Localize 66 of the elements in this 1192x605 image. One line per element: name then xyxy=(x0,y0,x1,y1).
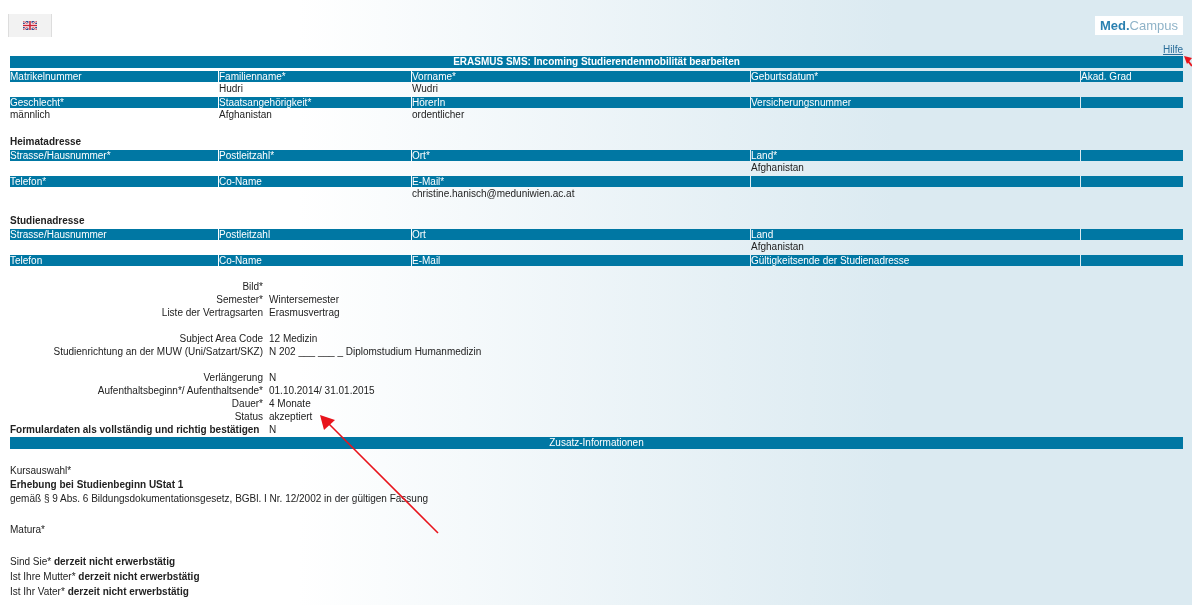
header-cell: Versicherungsnummer xyxy=(751,97,1080,108)
header-cell: Telefon* xyxy=(10,176,218,187)
table-cell-text: Wudri xyxy=(412,82,439,95)
table-cell-text: christine.hanisch@meduniwien.ac.at xyxy=(412,187,576,200)
table-cell-text: Afghanistan xyxy=(751,161,805,174)
header-cell: Co-Name xyxy=(219,176,411,187)
header-cell: Land xyxy=(751,229,1080,240)
header-cell: Gültigkeitsende der Studienadresse xyxy=(751,255,1080,266)
answer-line: Ist Ihr Vater* derzeit nicht erwerbstätig xyxy=(10,585,190,599)
field-value: 12 Medizin xyxy=(269,332,318,345)
field-value: akzeptiert xyxy=(269,410,313,423)
header-cell: Strasse/Hausnummer* xyxy=(10,150,218,161)
header-cell: Matrikelnummer xyxy=(10,71,218,82)
field-label: Aufenthaltsbeginn*/ Aufenthaltsende* xyxy=(96,384,263,397)
field-label: Liste der Vertragsarten xyxy=(160,306,263,319)
header-cell: Geschlecht* xyxy=(10,97,218,108)
annotation-arrow xyxy=(1184,56,1192,67)
header-cell: Ort* xyxy=(412,150,750,161)
field-label: Kursauswahl* xyxy=(10,464,73,478)
table-cell-text: Afghanistan xyxy=(219,108,273,121)
field-value: 01.10.2014/ 31.01.2015 xyxy=(269,384,375,397)
header-cell: Co-Name xyxy=(219,255,411,266)
header-cell: Geburtsdatum* xyxy=(751,71,1080,82)
field-label: Formulardaten als vollständig und richtig bestätigen xyxy=(10,423,261,436)
section-heading: Erhebung bei Studienbeginn UStat 1 xyxy=(10,478,185,492)
flag-icon xyxy=(23,21,37,30)
field-label: Status xyxy=(233,410,263,423)
field-label: Subject Area Code xyxy=(178,332,263,345)
field-value: Erasmusvertrag xyxy=(269,306,340,319)
header-cell: Vorname* xyxy=(412,71,750,82)
header-cell: Staatsangehörigkeit* xyxy=(219,97,411,108)
page-title-bar: ERASMUS SMS: Incoming Studierendenmobilität bearbeiten xyxy=(10,56,1183,68)
field-value: N 202 ___ ___ _ Diplomstudium Humanmedizin xyxy=(269,345,482,358)
field-label: Bild* xyxy=(241,280,263,293)
answer-line: Ist Ihre Mutter* derzeit nicht erwerbstätig xyxy=(10,570,201,584)
table-cell-text: Afghanistan xyxy=(751,240,805,253)
header-cell: Postleitzahl* xyxy=(219,150,411,161)
field-label: Semester* xyxy=(215,293,263,306)
logo: Med.Campus xyxy=(1094,16,1183,35)
header-cell: Postleitzahl xyxy=(219,229,411,240)
section-heading: Studienadresse xyxy=(10,214,86,227)
field-label: Matura* xyxy=(10,523,46,537)
section-heading: Heimatadresse xyxy=(10,135,83,148)
section-bar: Zusatz-Informationen xyxy=(10,437,1183,449)
table-cell-text: Hudri xyxy=(219,82,244,95)
field-label: Verlängerung xyxy=(202,371,263,384)
header-cell: Strasse/Hausnummer xyxy=(10,229,218,240)
field-value: Wintersemester xyxy=(269,293,339,306)
field-value: N xyxy=(269,371,277,384)
table-cell-text: männlich xyxy=(10,108,52,121)
field-value: 4 Monate xyxy=(269,397,311,410)
header-cell: Land* xyxy=(751,150,1080,161)
header-cell: Akad. Grad xyxy=(1081,71,1183,82)
header-cell: HörerIn xyxy=(412,97,750,108)
field-value: N xyxy=(269,423,277,436)
field-label: Studienrichtung an der MUW (Uni/Satzart/SKZ) xyxy=(52,345,263,358)
help-link[interactable]: Hilfe xyxy=(1163,44,1183,56)
header-cell: Familienname* xyxy=(219,71,411,82)
header-cell: E-Mail xyxy=(412,255,750,266)
header-cell: E-Mail* xyxy=(412,176,750,187)
language-tab[interactable] xyxy=(8,14,52,37)
answer-line: Sind Sie* derzeit nicht erwerbstätig xyxy=(10,555,177,569)
field-label: Dauer* xyxy=(230,397,263,410)
header-cell: Telefon xyxy=(10,255,218,266)
header-cell: Ort xyxy=(412,229,750,240)
table-cell-text: ordentlicher xyxy=(412,108,466,121)
